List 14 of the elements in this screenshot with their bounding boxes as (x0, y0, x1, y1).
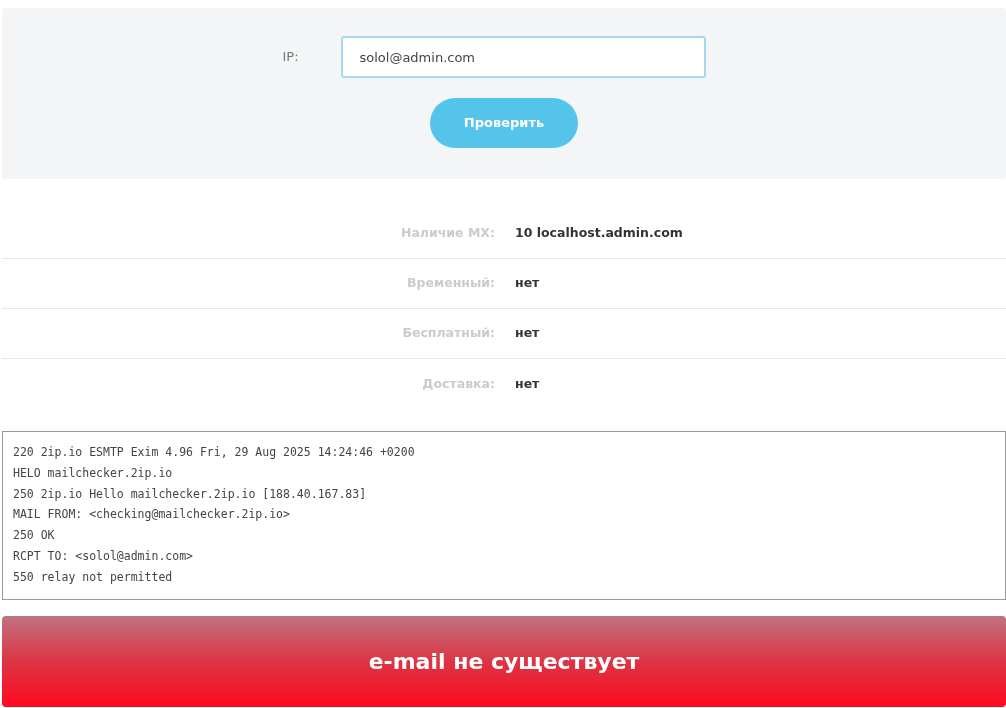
result-banner: e-mail не существует (2, 616, 1006, 707)
field-label: IP: (282, 48, 300, 67)
log-line: RCPT TO: <solol@admin.com> (13, 548, 194, 565)
input-field[interactable]: solol@admin.com (340, 36, 706, 78)
result-value: 10 localhost.admin.com (515, 224, 683, 243)
log-line: 250 OK (13, 527, 56, 545)
log-line: 220 2ip.io ESMTP Exim 4.96 Fri, 29 Aug 2025 14:24:46 +0200 (13, 444, 416, 461)
log-line: MAIL FROM: <checking@mailchecker.2ip.io> (13, 506, 291, 524)
result-value: нет (515, 324, 540, 343)
result-value: нет (515, 274, 540, 293)
log-line: 550 relay not permitted (13, 568, 174, 586)
log-line: HELO mailchecker.2ip.io (13, 464, 174, 482)
result-value: нет (515, 374, 540, 393)
log-line: 250 2ip.io Hello mailchecker.2ip.io [188.40.167.83] (13, 485, 368, 503)
